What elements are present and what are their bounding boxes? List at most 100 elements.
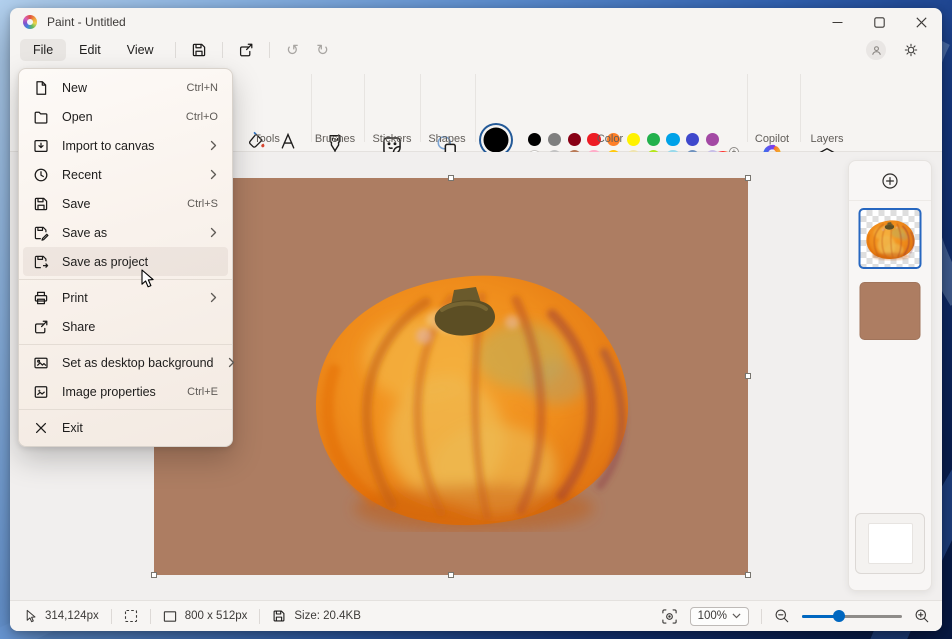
file-menu-item[interactable]: Recent: [23, 160, 228, 189]
palette-color-swatch[interactable]: [627, 133, 640, 146]
file-menu-separator: [19, 279, 232, 280]
file-menu-item[interactable]: Save as: [23, 218, 228, 247]
minimize-button[interactable]: [816, 8, 858, 36]
file-menu-item[interactable]: Open Ctrl+O: [23, 102, 228, 131]
save-quick-button[interactable]: [184, 38, 214, 62]
palette-color-swatch[interactable]: [706, 133, 719, 146]
stickers-group-label: Stickers: [372, 133, 411, 145]
save-as-project-icon: [33, 254, 49, 270]
ribbon-divider: [364, 74, 365, 142]
ribbon-divider: [311, 74, 312, 142]
file-menu-item[interactable]: Share: [23, 312, 228, 341]
pumpkin-painting: [304, 260, 640, 532]
background-layer-slot[interactable]: [855, 513, 925, 574]
brushes-group-label: Brushes: [315, 133, 355, 145]
cursor-position-icon: [24, 609, 37, 624]
file-menu-item[interactable]: New Ctrl+N: [23, 73, 228, 102]
submenu-chevron-icon: [209, 169, 218, 180]
file-menu-item-label: Exit: [62, 421, 205, 435]
zoom-dropdown-chevron-icon: [732, 613, 741, 619]
file-menu-dropdown: New Ctrl+N Open Ctrl+O Import to canvas …: [18, 68, 233, 447]
submenu-chevron-icon: [209, 227, 218, 238]
palette-color-swatch[interactable]: [686, 133, 699, 146]
file-menu-item-label: New: [62, 81, 174, 95]
zoom-in-icon[interactable]: [914, 608, 930, 624]
resize-handle-top-right[interactable]: [745, 175, 751, 181]
close-button[interactable]: [900, 8, 942, 36]
layer-2-thumbnail[interactable]: [860, 282, 921, 340]
zoom-level-dropdown[interactable]: 100%: [690, 607, 749, 626]
titlebar: Paint - Untitled: [10, 8, 942, 36]
file-menu-item[interactable]: Save Ctrl+S: [23, 189, 228, 218]
file-menu-item[interactable]: Exit: [23, 413, 228, 442]
print-icon: [33, 290, 49, 306]
menubar-divider: [269, 42, 270, 58]
image-properties-icon: [33, 384, 49, 400]
set-as-desktop-background-icon: [33, 355, 49, 371]
palette-color-swatch[interactable]: [548, 133, 561, 146]
save-icon: [33, 196, 49, 212]
resize-handle-top-middle[interactable]: [448, 175, 454, 181]
file-menu-item-label: Recent: [62, 168, 196, 182]
palette-color-swatch[interactable]: [647, 133, 660, 146]
file-menu-item[interactable]: Save as project: [23, 247, 228, 276]
zoom-slider[interactable]: [802, 609, 902, 623]
foreground-color-swatch[interactable]: [484, 128, 509, 153]
zoom-out-icon[interactable]: [774, 608, 790, 624]
settings-gear-icon[interactable]: [896, 38, 926, 62]
text-tool-icon[interactable]: [279, 132, 298, 151]
selection-size-icon: [124, 609, 138, 623]
resize-handle-bottom-right[interactable]: [745, 572, 751, 578]
mouse-cursor: [141, 269, 156, 289]
file-menu-item[interactable]: Image properties Ctrl+E: [23, 377, 228, 406]
undo-button[interactable]: ↺: [278, 38, 308, 62]
copilot-group-label: Copilot: [755, 133, 789, 145]
file-size-icon: [272, 609, 286, 623]
share-quick-button[interactable]: [231, 38, 261, 62]
file-menu-item[interactable]: Set as desktop background: [23, 348, 228, 377]
file-menu-item[interactable]: Import to canvas: [23, 131, 228, 160]
background-layer-thumbnail: [868, 523, 913, 564]
selection-size-segment: [112, 609, 150, 623]
resize-handle-bottom-middle[interactable]: [448, 572, 454, 578]
canvas-size-value: 800 x 512px: [185, 610, 248, 622]
import-to-canvas-icon: [33, 138, 49, 154]
palette-color-swatch[interactable]: [568, 133, 581, 146]
file-size-value: Size: 20.4KB: [294, 610, 360, 622]
file-menu-separator: [19, 344, 232, 345]
share-icon: [33, 319, 49, 335]
resize-handle-right-middle[interactable]: [745, 373, 751, 379]
menu-edit[interactable]: Edit: [66, 39, 114, 61]
paint-logo-icon: [23, 15, 37, 29]
zoom-level-value: 100%: [698, 610, 727, 622]
window-title: Paint - Untitled: [47, 15, 126, 29]
file-menu-item[interactable]: Print: [23, 283, 228, 312]
drawing-canvas[interactable]: [154, 178, 748, 575]
menu-file[interactable]: File: [20, 39, 66, 61]
maximize-button[interactable]: [858, 8, 900, 36]
file-menu-item-shortcut: Ctrl+E: [187, 386, 218, 398]
resize-handle-bottom-left[interactable]: [151, 572, 157, 578]
zoom-slider-thumb[interactable]: [833, 610, 845, 622]
layer-1-thumbnail-selected[interactable]: [859, 208, 922, 269]
add-layer-button[interactable]: [879, 170, 901, 192]
palette-color-swatch[interactable]: [528, 133, 541, 146]
account-icon[interactable]: [866, 40, 886, 60]
ribbon-divider: [800, 74, 801, 142]
canvas-size-icon: [163, 610, 177, 623]
file-menu-separator: [19, 409, 232, 410]
menu-view[interactable]: View: [114, 39, 167, 61]
palette-color-swatch[interactable]: [666, 133, 679, 146]
new-icon: [33, 80, 49, 96]
status-bar: 314,124px 800 x 512px Size: 20.4KB 100%: [10, 600, 942, 631]
file-menu-item-label: Import to canvas: [62, 139, 196, 153]
fit-to-window-icon[interactable]: [661, 608, 678, 625]
file-menu-item-label: Set as desktop background: [62, 356, 214, 370]
submenu-chevron-icon: [209, 292, 218, 303]
redo-button[interactable]: ↻: [308, 38, 338, 62]
open-icon: [33, 109, 49, 125]
menubar-divider: [175, 42, 176, 58]
palette-row: [528, 133, 719, 146]
layers-panel: [848, 160, 932, 591]
recent-icon: [33, 167, 49, 183]
